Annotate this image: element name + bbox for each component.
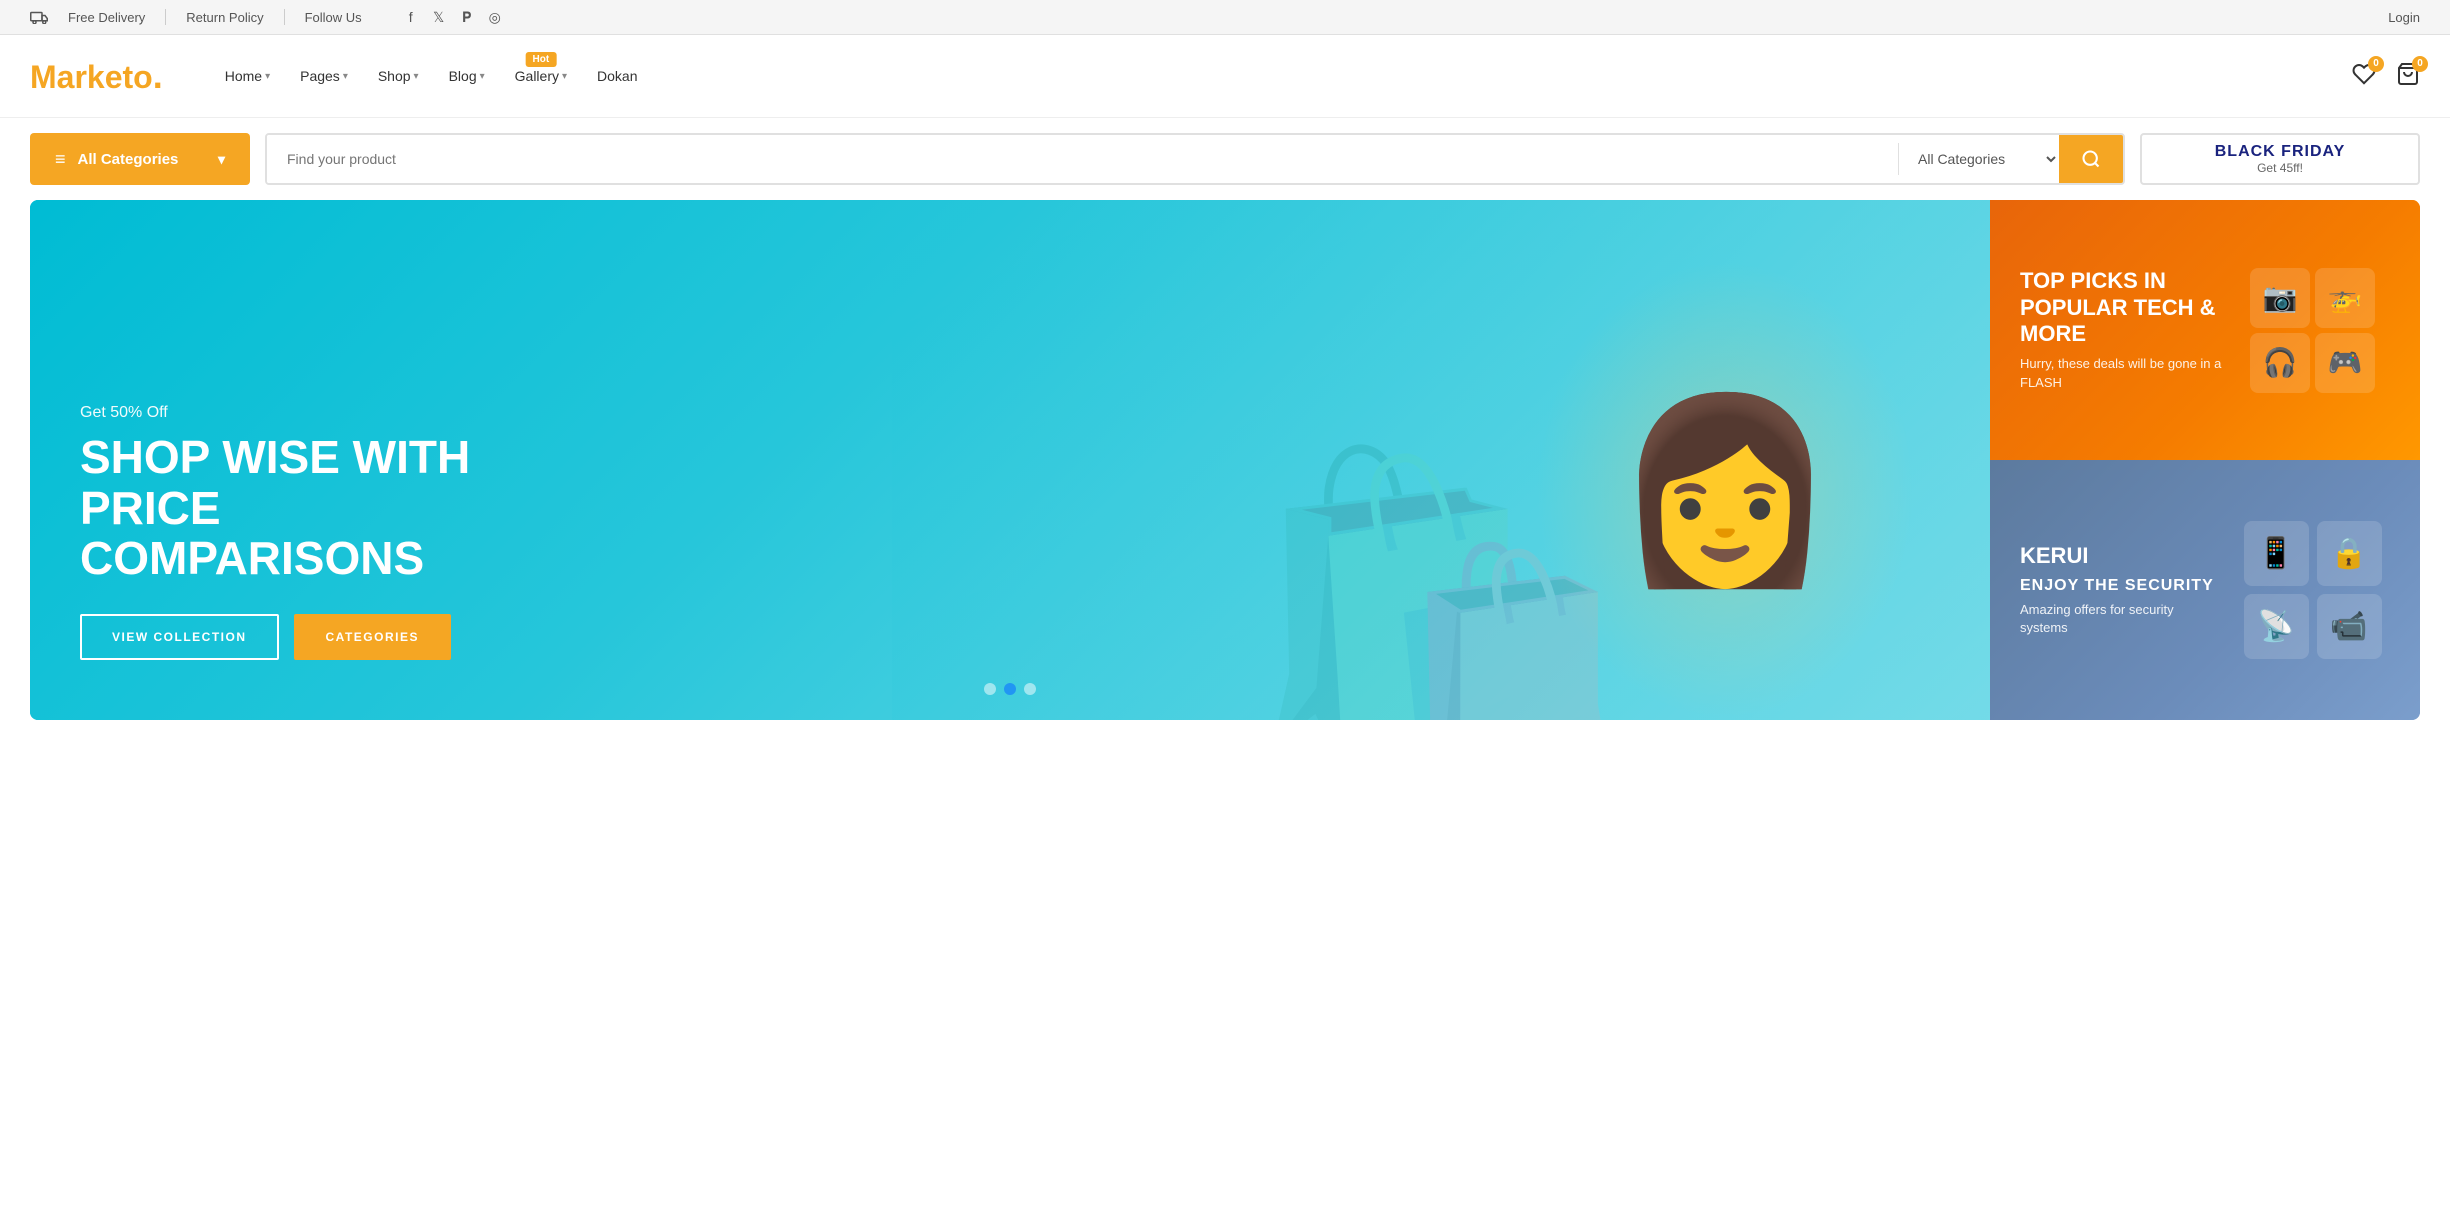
camera-icon: 📷 <box>2250 268 2310 328</box>
divider2 <box>284 9 285 25</box>
hot-badge: Hot <box>525 52 556 67</box>
nav-shop[interactable]: Shop ▾ <box>366 60 431 92</box>
dot-2[interactable] <box>1004 683 1016 695</box>
view-collection-button[interactable]: VIEW COLLECTION <box>80 614 279 660</box>
pages-chevron-icon: ▾ <box>343 71 348 82</box>
social-links: f 𝕏 𝐏 ◎ <box>402 8 504 26</box>
header-icons: 0 0 <box>2352 62 2420 91</box>
wishlist-button[interactable]: 0 <box>2352 62 2376 91</box>
facebook-icon[interactable]: f <box>402 8 420 26</box>
drone-icon: 🚁 <box>2315 268 2375 328</box>
hero-buttons: VIEW COLLECTION CATEGORIES <box>80 614 500 660</box>
search-button[interactable] <box>2059 135 2123 183</box>
nav-pages-label: Pages <box>300 68 340 84</box>
tech-banner-content: TOP PICKS IN POPULAR TECH & MORE Hurry, … <box>2020 268 2224 392</box>
hero-content: Get 50% Off SHOP WISE WITH PRICE COMPARI… <box>80 404 500 660</box>
categories-button[interactable]: CATEGORIES <box>294 614 451 660</box>
security-banner-content: KERUI ENJOY THE SECURITY Amazing offers … <box>2020 543 2224 638</box>
nav-blog-label: Blog <box>449 68 477 84</box>
security-enjoy-text: ENJOY THE SECURITY <box>2020 577 2224 595</box>
nav-dokan-label: Dokan <box>597 68 637 84</box>
menu-icon: ≡ <box>55 149 66 170</box>
tablet-icon: 📱 <box>2244 521 2309 586</box>
header: Marketo. Home ▾ Pages ▾ Shop ▾ Blog ▾ Ho… <box>0 35 2450 118</box>
black-friday-subtitle: Get 45ff! <box>2257 161 2303 175</box>
black-friday-banner: BLACK FRIDAY Get 45ff! <box>2140 133 2420 185</box>
side-banners: TOP PICKS IN POPULAR TECH & MORE Hurry, … <box>1990 200 2420 720</box>
all-categories-button[interactable]: ≡ All Categories ▾ <box>30 133 250 185</box>
security-banner-subtitle: Amazing offers for security systems <box>2020 601 2224 637</box>
nav-home-label: Home <box>225 68 262 84</box>
sensor-icon: 📡 <box>2244 594 2309 659</box>
nav-shop-label: Shop <box>378 68 411 84</box>
tech-banner-subtitle: Hurry, these deals will be gone in a FLA… <box>2020 355 2224 391</box>
logo-text: Marketo <box>30 59 153 95</box>
tech-banner-title: TOP PICKS IN POPULAR TECH & MORE <box>2020 268 2224 347</box>
cart-button[interactable]: 0 <box>2396 62 2420 91</box>
shop-chevron-icon: ▾ <box>414 71 419 82</box>
topbar: Free Delivery Return Policy Follow Us f … <box>0 0 2450 35</box>
security-banner-title: KERUI <box>2020 543 2224 569</box>
return-policy-text: Return Policy <box>186 10 263 25</box>
logo[interactable]: Marketo. <box>30 55 163 97</box>
lock-icon: 🔒 <box>2317 521 2382 586</box>
tech-icons-grid: 📷 🚁 🎧 🎮 <box>2240 258 2385 403</box>
hero-title: SHOP WISE WITH PRICE COMPARISONS <box>80 432 500 584</box>
search-category-select[interactable]: All Categories Electronics Fashion <box>1899 135 2059 183</box>
woman-image-area: 👩 <box>1500 240 1950 720</box>
main-nav: Home ▾ Pages ▾ Shop ▾ Blog ▾ Hot Gallery… <box>213 60 2352 92</box>
all-categories-label: All Categories <box>78 151 179 168</box>
hero-tag: Get 50% Off <box>80 404 500 422</box>
categories-chevron-icon: ▾ <box>218 151 225 168</box>
search-input[interactable] <box>267 135 1898 183</box>
security-icons-area: 📱 🔒 📡 📹 <box>2205 460 2420 720</box>
instagram-icon[interactable]: ◎ <box>486 8 504 26</box>
twitter-icon[interactable]: 𝕏 <box>430 8 448 26</box>
gamepad-icon: 🎮 <box>2315 333 2375 393</box>
tech-banner[interactable]: TOP PICKS IN POPULAR TECH & MORE Hurry, … <box>1990 200 2420 460</box>
nav-blog[interactable]: Blog ▾ <box>437 60 497 92</box>
truck-icon <box>30 10 48 24</box>
security-icons-grid: 📱 🔒 📡 📹 <box>2234 511 2392 669</box>
topbar-right: Login <box>2388 10 2420 25</box>
hero-dots <box>984 683 1036 695</box>
follow-us-text: Follow Us <box>305 10 362 25</box>
nav-gallery[interactable]: Hot Gallery ▾ <box>503 60 579 92</box>
dot-3[interactable] <box>1024 683 1036 695</box>
free-delivery-text: Free Delivery <box>68 10 145 25</box>
divider <box>165 9 166 25</box>
pinterest-icon[interactable]: 𝐏 <box>458 8 476 26</box>
gallery-chevron-icon: ▾ <box>562 71 567 82</box>
home-chevron-icon: ▾ <box>265 71 270 82</box>
nav-home[interactable]: Home ▾ <box>213 60 282 92</box>
search-icon <box>2081 149 2101 169</box>
nav-dokan[interactable]: Dokan <box>585 60 649 92</box>
headphones-icon: 🎧 <box>2250 333 2310 393</box>
login-link[interactable]: Login <box>2388 10 2420 25</box>
search-row: ≡ All Categories ▾ All Categories Electr… <box>0 118 2450 200</box>
tech-icons-area: 📷 🚁 🎧 🎮 <box>2205 200 2420 460</box>
black-friday-title: BLACK FRIDAY <box>2215 143 2346 161</box>
blog-chevron-icon: ▾ <box>480 71 485 82</box>
topbar-left: Free Delivery Return Policy Follow Us f … <box>30 8 504 26</box>
cctv-icon: 📹 <box>2317 594 2382 659</box>
wishlist-count: 0 <box>2368 56 2384 72</box>
hero-main-banner: 🛍️ 👩 Get 50% Off SHOP WISE WITH PRICE CO… <box>30 200 1990 720</box>
logo-dot: . <box>153 55 163 96</box>
nav-gallery-label: Gallery <box>515 68 559 84</box>
cart-count: 0 <box>2412 56 2428 72</box>
security-banner[interactable]: KERUI ENJOY THE SECURITY Amazing offers … <box>1990 460 2420 720</box>
hero-section: 🛍️ 👩 Get 50% Off SHOP WISE WITH PRICE CO… <box>0 200 2450 720</box>
nav-pages[interactable]: Pages ▾ <box>288 60 360 92</box>
search-box: All Categories Electronics Fashion <box>265 133 2125 185</box>
dot-1[interactable] <box>984 683 996 695</box>
